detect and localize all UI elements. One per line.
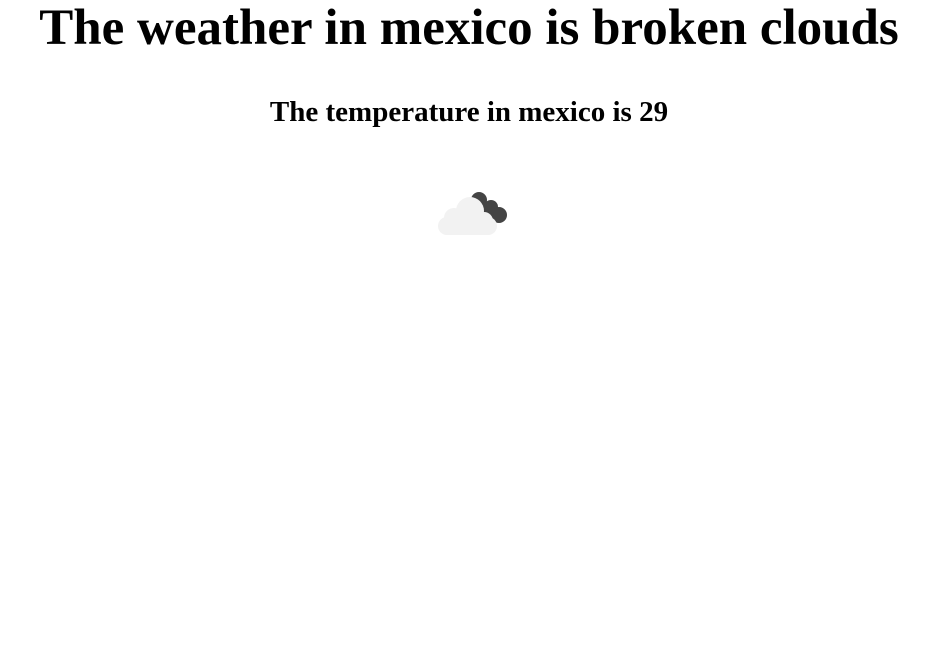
temperature-text: The temperature in mexico is 29 <box>269 96 669 128</box>
weather-headline: The weather in mexico is broken clouds <box>39 0 899 56</box>
broken-clouds-icon <box>434 186 512 240</box>
weather-page: The weather in mexico is broken clouds T… <box>0 0 938 645</box>
